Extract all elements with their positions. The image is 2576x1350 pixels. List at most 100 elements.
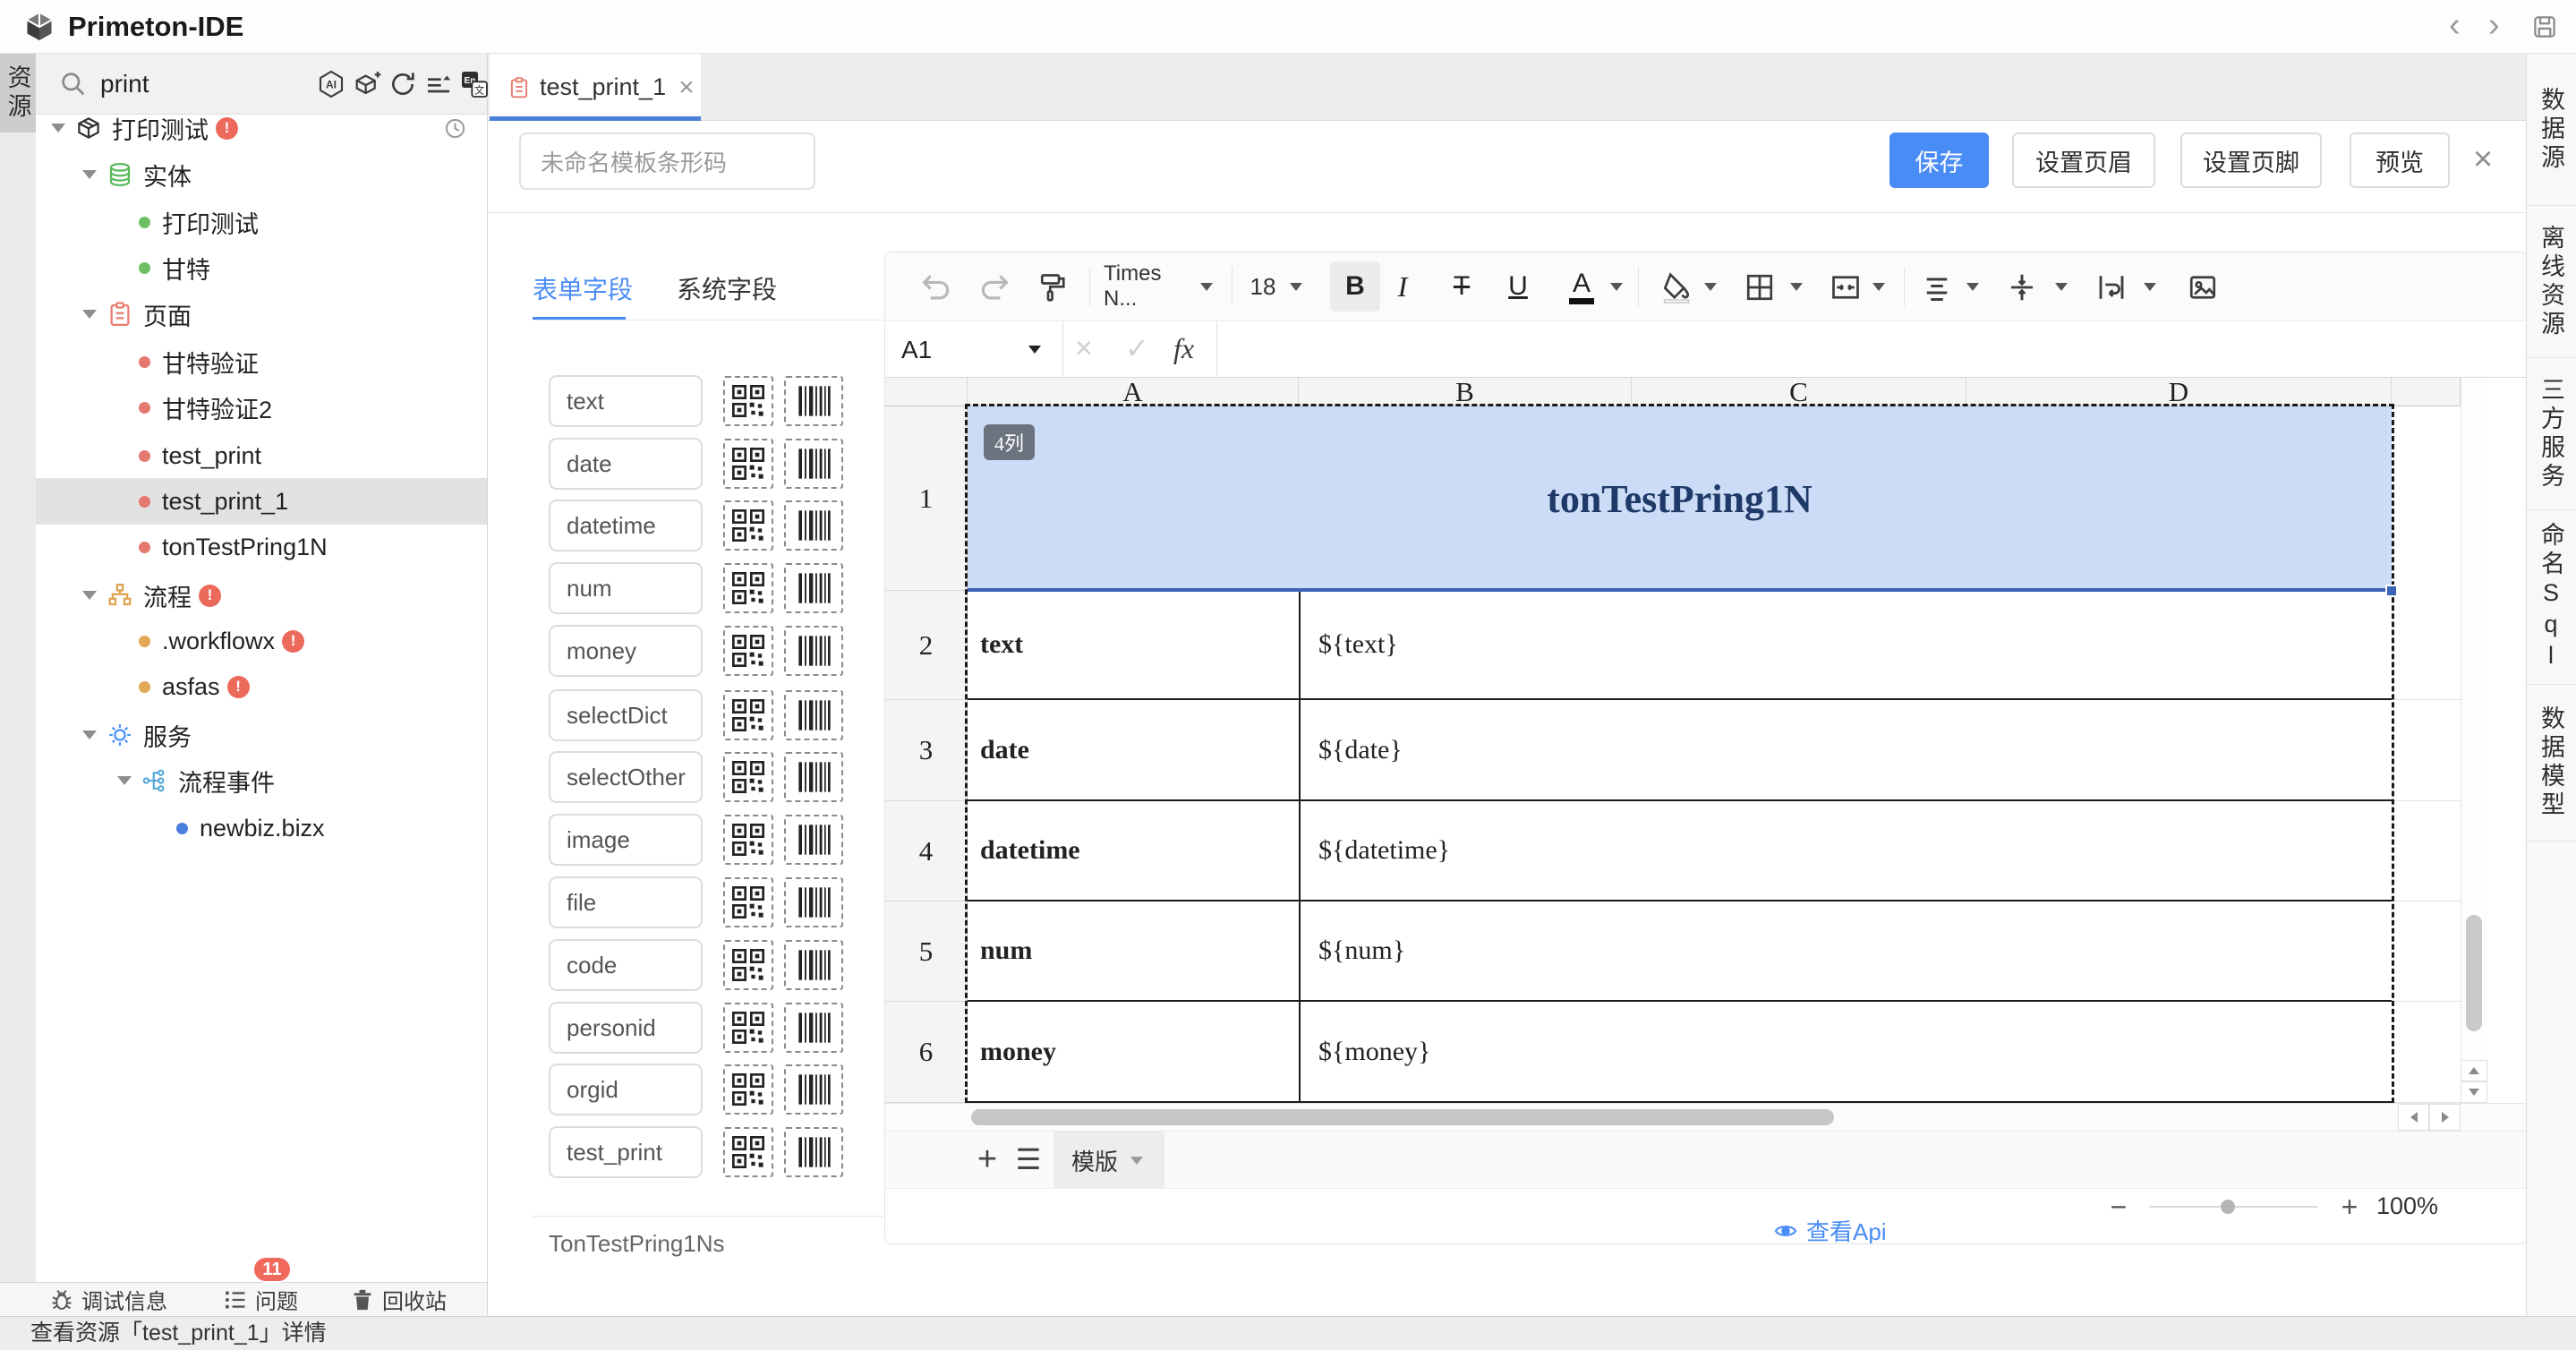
- nav-forward-icon[interactable]: ›: [2488, 0, 2500, 50]
- rail-tab-resources[interactable]: 资源: [0, 54, 36, 132]
- chevron-down-icon[interactable]: [1130, 1157, 1143, 1165]
- field-chip-file[interactable]: file: [549, 876, 703, 928]
- row-header-5[interactable]: 5: [885, 901, 968, 1002]
- tab-system-fields[interactable]: 系统字段: [677, 270, 777, 306]
- barcode-icon[interactable]: [784, 940, 843, 990]
- field-chip-test-print[interactable]: test_print: [549, 1126, 703, 1178]
- field-chip-money[interactable]: money: [549, 625, 703, 677]
- template-name-input[interactable]: [519, 132, 815, 190]
- tree-item[interactable]: 甘特: [36, 244, 487, 291]
- field-chip-datetime[interactable]: datetime: [549, 500, 703, 551]
- chevron-down-icon[interactable]: [82, 310, 97, 319]
- scroll-right-button[interactable]: [2429, 1104, 2461, 1131]
- chevron-down-icon[interactable]: [1200, 283, 1213, 291]
- cell-name-box[interactable]: A1: [901, 321, 932, 378]
- cell-label[interactable]: date: [968, 700, 1299, 801]
- sync-icon[interactable]: [443, 116, 467, 141]
- chevron-down-icon[interactable]: [1610, 283, 1623, 291]
- empty-cell[interactable]: [2392, 801, 2461, 901]
- format-painter-icon[interactable]: [1035, 271, 1067, 303]
- nav-back-icon[interactable]: ‹: [2449, 0, 2461, 50]
- merged-title-cell[interactable]: tonTestPring1N: [968, 406, 2392, 591]
- sheet-menu-icon[interactable]: ☰: [1011, 1139, 1046, 1180]
- qr-code-icon[interactable]: [723, 1003, 773, 1053]
- barcode-icon[interactable]: [784, 752, 843, 802]
- chevron-down-icon[interactable]: [1028, 346, 1041, 354]
- formula-input[interactable]: [1243, 329, 2443, 371]
- ai-icon[interactable]: [317, 70, 345, 98]
- translate-icon[interactable]: [460, 70, 489, 98]
- qr-code-icon[interactable]: [723, 563, 773, 613]
- chevron-down-icon[interactable]: [82, 591, 97, 600]
- row-header-1[interactable]: 1: [885, 406, 968, 591]
- tree-item[interactable]: tonTestPring1N: [36, 524, 487, 570]
- barcode-icon[interactable]: [784, 815, 843, 865]
- chevron-down-icon[interactable]: [2055, 283, 2068, 291]
- qr-code-icon[interactable]: [723, 1064, 773, 1115]
- bold-button[interactable]: B: [1330, 261, 1380, 312]
- cell-value[interactable]: ${num}: [1299, 901, 2392, 1002]
- tree-item[interactable]: .workflowx !: [36, 618, 487, 664]
- zoom-out-button[interactable]: −: [2103, 1191, 2135, 1223]
- row-header-3[interactable]: 3: [885, 700, 968, 801]
- set-page-footer-button[interactable]: 设置页脚: [2180, 132, 2322, 188]
- zoom-in-button[interactable]: +: [2333, 1191, 2366, 1223]
- cell-value[interactable]: ${datetime}: [1299, 801, 2392, 901]
- zoom-slider-knob[interactable]: [2221, 1200, 2235, 1214]
- barcode-icon[interactable]: [784, 1064, 843, 1115]
- empty-cell[interactable]: [2392, 700, 2461, 801]
- barcode-icon[interactable]: [784, 1127, 843, 1177]
- tree-item[interactable]: 流程 !: [36, 572, 487, 619]
- strikethrough-button[interactable]: T: [1446, 263, 1478, 310]
- tab-form-fields[interactable]: 表单字段: [533, 270, 633, 306]
- row-header-6[interactable]: 6: [885, 1002, 968, 1103]
- close-icon[interactable]: ×: [678, 73, 695, 103]
- cell-value[interactable]: ${money}: [1299, 1002, 2392, 1103]
- debug-info-button[interactable]: 调试信息: [49, 1284, 167, 1315]
- column-header-empty[interactable]: [2392, 378, 2461, 406]
- tree-item-selected[interactable]: test_print_1: [36, 478, 487, 525]
- row-header-2[interactable]: 2: [885, 591, 968, 700]
- tree-item[interactable]: 服务: [36, 712, 487, 758]
- vertical-align-icon[interactable]: [2006, 271, 2038, 303]
- problems-button[interactable]: 问题: [223, 1284, 298, 1315]
- barcode-icon[interactable]: [784, 877, 843, 927]
- tree-item[interactable]: 打印测试 !: [36, 105, 487, 151]
- barcode-icon[interactable]: [784, 626, 843, 676]
- add-sheet-button[interactable]: +: [969, 1139, 1005, 1180]
- empty-cell[interactable]: [2392, 591, 2461, 700]
- qr-code-icon[interactable]: [723, 500, 773, 551]
- qr-code-icon[interactable]: [723, 1127, 773, 1177]
- scroll-down-button[interactable]: [2461, 1081, 2487, 1103]
- font-size-select[interactable]: 18: [1243, 263, 1283, 310]
- qr-code-icon[interactable]: [723, 877, 773, 927]
- insert-image-icon[interactable]: [2187, 271, 2219, 303]
- underline-button[interactable]: U: [1502, 263, 1534, 310]
- close-icon[interactable]: ×: [2473, 141, 2493, 179]
- rail-tab-offline-resources[interactable]: 离线资源: [2527, 206, 2576, 358]
- set-page-header-button[interactable]: 设置页眉: [2012, 132, 2155, 188]
- chevron-down-icon[interactable]: [1872, 283, 1885, 291]
- empty-cell[interactable]: [2392, 1002, 2461, 1103]
- qr-code-icon[interactable]: [723, 752, 773, 802]
- undo-icon[interactable]: [919, 270, 953, 304]
- fill-color-icon[interactable]: [1660, 271, 1693, 303]
- tab-test-print-1[interactable]: test_print_1 ×: [490, 54, 701, 121]
- chevron-down-icon[interactable]: [2144, 283, 2156, 291]
- chevron-down-icon[interactable]: [82, 731, 97, 739]
- text-wrap-icon[interactable]: [2095, 271, 2128, 303]
- chevron-down-icon[interactable]: [117, 776, 132, 785]
- qr-code-icon[interactable]: [723, 439, 773, 489]
- qr-code-icon[interactable]: [723, 690, 773, 740]
- cell-value[interactable]: ${text}: [1299, 591, 2392, 700]
- cell-label[interactable]: money: [968, 1002, 1299, 1103]
- chevron-down-icon[interactable]: [1966, 283, 1979, 291]
- tree-item[interactable]: test_print: [36, 432, 487, 479]
- chevron-down-icon[interactable]: [1290, 283, 1302, 291]
- rail-tab-data-model[interactable]: 数据模型: [2527, 685, 2576, 842]
- vertical-scrollbar[interactable]: [2461, 378, 2487, 1103]
- barcode-icon[interactable]: [784, 1003, 843, 1053]
- barcode-icon[interactable]: [784, 376, 843, 426]
- column-header-C[interactable]: C: [1632, 378, 1966, 406]
- rail-tab-datasource[interactable]: 数据源: [2527, 54, 2576, 206]
